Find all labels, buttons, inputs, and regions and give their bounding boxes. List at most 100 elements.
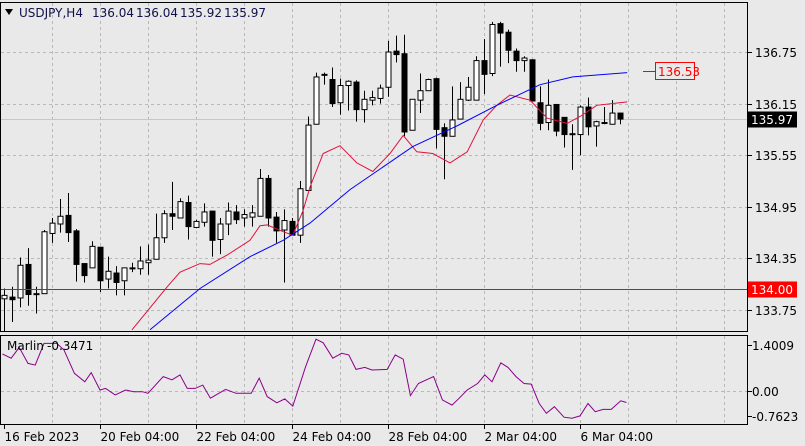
candle-body: [169, 213, 176, 217]
candle-body: [145, 259, 152, 264]
candle-body: [369, 97, 376, 101]
candle-body: [97, 246, 104, 282]
candle-body: [457, 98, 464, 120]
ohlc-close: 135.97: [224, 6, 266, 20]
ma-slow-label: 136.53: [658, 65, 700, 79]
candle-body: [505, 31, 512, 51]
candle-body: [9, 296, 16, 301]
candle-body: [569, 133, 576, 136]
y-tick-label: 134.95: [755, 201, 797, 215]
current-price-label: 135.97: [751, 113, 793, 127]
y-tick-label: 136.75: [755, 46, 797, 60]
candle-body: [129, 267, 136, 270]
candle-body: [337, 85, 344, 104]
osc-y-tick-label: -0.7623: [752, 410, 798, 424]
candle-body: [393, 50, 400, 56]
x-tick-label: 2 Mar 04:00: [485, 430, 558, 444]
ohlc-open: 136.04: [92, 6, 134, 20]
candle: [313, 72, 320, 125]
x-tick-label: 20 Feb 04:00: [101, 430, 180, 444]
oscillator-value: -0.3471: [47, 339, 93, 353]
candle: [425, 78, 432, 92]
candle-body: [121, 267, 128, 282]
candle-body: [177, 201, 184, 219]
candle-body: [425, 79, 432, 92]
candle-body: [377, 87, 384, 99]
x-tick-label: 6 Mar 04:00: [581, 430, 654, 444]
candle-body: [81, 263, 88, 277]
candle-body: [521, 57, 528, 62]
candle-body: [593, 121, 600, 127]
candle-body: [481, 60, 488, 75]
x-tick-label: 22 Feb 04:00: [197, 430, 276, 444]
candle-body: [345, 80, 352, 87]
trading-chart-window[interactable]: 136.53 136.75 136.15 135.55 134.95 134.35 133…: [0, 0, 805, 446]
candle-body: [513, 50, 520, 62]
candle-body: [473, 60, 480, 101]
candle-body: [217, 223, 224, 240]
candle: [409, 98, 416, 131]
candle-body: [1, 294, 8, 300]
x-tick-label: 28 Feb 04:00: [389, 430, 468, 444]
candle-body: [353, 81, 360, 111]
y-tick-label: 134.35: [755, 252, 797, 266]
candle-body: [137, 260, 144, 270]
ohlc-low: 135.92: [180, 6, 222, 20]
ohlc-high: 136.04: [136, 6, 178, 20]
candle-body: [249, 212, 256, 218]
osc-y-tick-label: 1.4009: [752, 339, 794, 353]
candle-body: [561, 116, 568, 136]
candle-body: [465, 86, 472, 101]
candle-body: [233, 211, 240, 221]
candle-body: [153, 237, 160, 260]
candle-body: [433, 78, 440, 130]
candle-body: [33, 293, 40, 296]
candle: [41, 230, 48, 295]
candle-body: [209, 210, 216, 241]
candle-body: [105, 270, 112, 280]
x-tick-label: 24 Feb 04:00: [293, 430, 372, 444]
candle-body: [49, 222, 56, 234]
candle-body: [329, 79, 336, 105]
candle-body: [25, 263, 32, 296]
osc-y-tick-label: 0.00: [752, 385, 779, 399]
candle-body: [489, 23, 496, 74]
candle-body: [313, 76, 320, 125]
candle-body: [57, 215, 64, 225]
candle-body: [601, 122, 608, 125]
candle-body: [185, 202, 192, 228]
chart-canvas[interactable]: 136.53 136.75 136.15 135.55 134.95 134.35 133…: [0, 0, 805, 446]
candle-body: [497, 23, 504, 34]
candle: [529, 59, 536, 102]
candle-body: [41, 231, 48, 295]
y-tick-label: 133.75: [755, 304, 797, 318]
candle: [177, 198, 184, 219]
candle-body: [609, 112, 616, 125]
candle-body: [409, 98, 416, 131]
candle-body: [305, 124, 312, 191]
candle-body: [321, 73, 328, 76]
candle-body: [201, 211, 208, 223]
candle: [161, 210, 168, 243]
candle-body: [281, 220, 288, 231]
candle: [305, 116, 312, 191]
oscillator-name: Marlin: [7, 339, 44, 353]
candle: [473, 56, 480, 101]
candle-body: [161, 213, 168, 239]
candle-body: [17, 264, 24, 299]
candle-body: [401, 53, 408, 133]
candle: [489, 21, 496, 77]
candle-body: [257, 177, 264, 217]
candle-body: [89, 245, 96, 269]
candle-body: [193, 220, 200, 228]
level-price-label: 134.00: [751, 283, 793, 297]
candle-body: [265, 177, 272, 219]
candle-body: [577, 106, 584, 136]
candle-body: [417, 90, 424, 101]
y-tick-label: 136.15: [755, 98, 797, 112]
candle-body: [545, 104, 552, 124]
candle-body: [225, 210, 232, 225]
x-tick-label: 16 Feb 2023: [5, 430, 80, 444]
candle-body: [361, 98, 368, 111]
candle: [193, 219, 200, 229]
